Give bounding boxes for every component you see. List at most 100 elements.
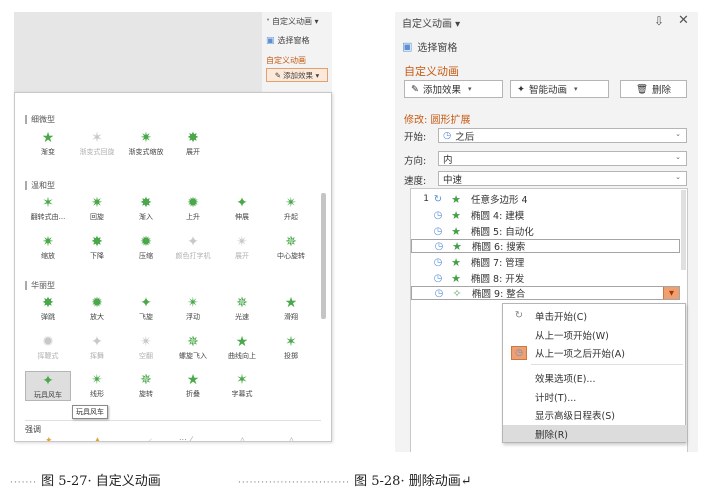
context-menu-label: 计时(T)... [535, 392, 577, 404]
section-title-subtle: 细微型 [25, 115, 55, 124]
effect-tile[interactable]: ✴ 升起 [268, 194, 314, 224]
select-pane-button[interactable]: ▣ 选择窗格 [266, 35, 310, 46]
effect-tile[interactable]: ✵ 中心旋转 [268, 233, 314, 263]
effect-tile[interactable]: ✸ 弹跳 [25, 294, 71, 324]
effect-tile[interactable]: ✵ 螺旋飞入 [170, 333, 216, 363]
effect-label: 渐入 [139, 213, 153, 221]
context-menu-item[interactable]: 从上一项开始(W) [503, 326, 687, 343]
star-effect-icon: ✸ [42, 295, 54, 311]
start-select[interactable]: ◷ 之后 ⌄ [438, 128, 687, 143]
effect-label: 升起 [284, 213, 298, 221]
tooltip: 玩具风车 [72, 405, 108, 419]
mouse-click-icon: ↻ [514, 310, 524, 321]
effect-label: 压缩 [139, 252, 153, 260]
list-scrollbar[interactable] [681, 190, 686, 270]
effect-tile[interactable]: ✵ 光速 [219, 294, 265, 324]
effect-tile[interactable]: ✹ 放大 [74, 294, 120, 324]
emphasis-effect-icon[interactable]: ⁄ [190, 436, 192, 441]
effect-tile[interactable]: ✹ 挥鞭式 [25, 333, 71, 363]
delete-button[interactable]: 🗑 删除 [620, 80, 687, 98]
effect-tile[interactable]: ✸ 渐入 [123, 194, 169, 224]
star-effect-icon: ✶ [236, 372, 248, 388]
effect-tile[interactable]: ✴ 线形 [74, 371, 120, 401]
effect-tile[interactable]: ✷ 回旋 [74, 194, 120, 224]
effect-tile[interactable]: ✸ 下降 [74, 233, 120, 263]
clock-icon: ◷ [433, 209, 443, 221]
pane-title[interactable]: 自定义动画 ▾ [402, 15, 460, 30]
animation-list-item[interactable]: ◷ ★ 椭圆 5: 自动化 [411, 224, 680, 239]
star-effect-icon: ✸ [140, 195, 152, 211]
animation-list-item[interactable]: ◷ ★ 椭圆 6: 搜索 [411, 239, 680, 253]
effect-tile[interactable]: ✷ 渐变式缩放 [123, 129, 169, 159]
animation-list-item[interactable]: ◷ ✧ 椭圆 9: 整合 ▼ [411, 286, 680, 300]
effect-tile[interactable]: ✹ 上升 [170, 194, 216, 224]
effect-tile[interactable]: ✦ 飞旋 [123, 294, 169, 324]
animation-list-item[interactable]: ◷ ★ 椭圆 7: 管理 [411, 255, 680, 270]
effect-tile[interactable]: ✵ 旋转 [123, 371, 169, 401]
figure-caption-right: ····························· 图 5-28· 删除… [238, 470, 472, 489]
animation-list-item[interactable]: ◷ ★ 椭圆 8: 开发 [411, 271, 680, 286]
smart-animation-button[interactable]: ✦ 智能动画 ▾ [510, 80, 609, 98]
effect-tile[interactable]: ✶ 投掷 [268, 333, 314, 363]
item-dropdown-button[interactable]: ▼ [663, 287, 679, 299]
star-effect-icon: ✦ [236, 195, 248, 211]
effect-label: 渐变式缩放 [128, 148, 164, 156]
effect-tile[interactable]: ★ 曲线向上 [219, 333, 265, 363]
star-effect-icon: ✴ [91, 372, 103, 388]
pane-title[interactable]: 自定义动画 ▾ [272, 16, 319, 27]
effect-tile[interactable]: ✴ 空翻 [123, 333, 169, 363]
context-menu: ↻ 单击开始(C) 从上一项开始(W) ◷ 从上一项之后开始(A) 效果选项(E)... 计… [502, 303, 687, 443]
effect-tile[interactable]: ✹ 压缩 [123, 233, 169, 263]
effect-tile[interactable]: ★ 折叠 [170, 371, 216, 401]
context-menu-item[interactable]: ↻ 单击开始(C) [503, 307, 687, 324]
effect-tile[interactable]: ✦ 挥舞 [74, 333, 120, 363]
effect-tile[interactable]: ★ 滑翔 [268, 294, 314, 324]
custom-animation-heading: 自定义动画 [266, 56, 306, 65]
effect-tile[interactable]: ✦ 伸展 [219, 194, 265, 224]
leader-dots: ····························· [238, 478, 350, 488]
effect-label: 字幕式 [231, 390, 253, 398]
effect-label: 弹跳 [41, 313, 55, 321]
effect-tile[interactable]: ✷ 缩放 [25, 233, 71, 263]
effect-tile[interactable]: ★ 渐变 [25, 129, 71, 159]
effect-tile[interactable]: ✶ 渐变式回旋 [74, 129, 120, 159]
add-effect-button[interactable]: ✎ 添加效果 ▾ [266, 68, 328, 82]
context-menu-item[interactable]: 计时(T)... [503, 388, 687, 405]
emphasis-effect-icon[interactable]: △ [288, 436, 295, 441]
animation-list-item[interactable]: 1 ↻ ★ 任意多边形 4 [411, 192, 680, 207]
context-menu-item[interactable]: 删除(R) [503, 425, 687, 442]
animation-list-item[interactable]: ◷ ★ 椭圆 4: 建模 [411, 208, 680, 223]
start-label: 开始: [404, 132, 427, 143]
select-pane-button[interactable]: ▣ 选择窗格 [402, 39, 457, 54]
effect-tile[interactable]: ✸ 展开 [170, 129, 216, 159]
item-label: 椭圆 9: 整合 [472, 289, 526, 300]
context-menu-label: 从上一项之后开始(A) [535, 348, 625, 360]
star-effect-icon: ✸ [187, 130, 199, 146]
effect-tile[interactable]: ✶ 翻转式由... [25, 194, 71, 224]
close-icon[interactable]: ✕ [678, 13, 689, 28]
emphasis-effect-icon[interactable]: ✦ [45, 436, 53, 441]
direction-select[interactable]: 内 ⌄ [438, 151, 687, 166]
speed-select[interactable]: 中速 ⌄ [438, 171, 687, 186]
context-menu-item[interactable]: ◷ 从上一项之后开始(A) [503, 344, 687, 361]
item-label: 任意多边形 4 [471, 195, 528, 206]
effect-tile[interactable]: ✦ 玩具风车 [25, 371, 71, 401]
section-title-emphasis: 强调 [25, 425, 41, 434]
effect-tile[interactable]: ✶ 字幕式 [219, 371, 265, 401]
star-effect-icon: ★ [452, 239, 462, 253]
context-menu-item[interactable]: 显示高级日程表(S) [503, 406, 687, 423]
context-menu-item[interactable]: 效果选项(E)... [503, 369, 687, 386]
emphasis-effect-icon[interactable]: △ [239, 436, 246, 441]
effect-tile[interactable]: ✴ 浮动 [170, 294, 216, 324]
star-effect-icon: ✴ [285, 195, 297, 211]
gallery-scrollbar[interactable] [321, 193, 326, 319]
emphasis-effect-icon[interactable]: ▲ [94, 436, 101, 441]
add-effect-button[interactable]: ✎ 添加效果 ▾ [404, 80, 503, 98]
effect-tile[interactable]: ✦ 颜色打字机 [170, 233, 216, 263]
effect-label: 伸展 [235, 213, 249, 221]
effect-label: 曲线向上 [228, 352, 256, 360]
effect-label: 渐变 [41, 148, 55, 156]
emphasis-effect-icon[interactable]: ／ [143, 436, 152, 441]
effect-tile[interactable]: ✴ 展开 [219, 233, 265, 263]
pin-icon[interactable]: ⇩ [654, 14, 664, 28]
